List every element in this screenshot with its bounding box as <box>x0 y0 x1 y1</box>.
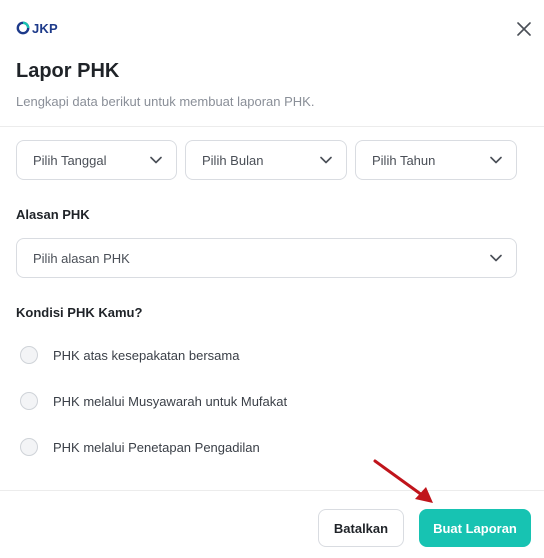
radio-button[interactable] <box>20 346 38 364</box>
close-button[interactable] <box>512 17 536 41</box>
chevron-down-icon <box>490 156 502 164</box>
radio-option-kesepakatan[interactable]: PHK atas kesepakatan bersama <box>20 346 239 364</box>
lapor-phk-modal: JKP Lapor PHK Lengkapi data berikut untu… <box>0 0 544 558</box>
month-select[interactable]: Pilih Bulan <box>185 140 347 180</box>
reason-label: Alasan PHK <box>16 207 90 222</box>
radio-button[interactable] <box>20 392 38 410</box>
radio-label: PHK atas kesepakatan bersama <box>53 347 240 363</box>
chevron-down-icon <box>490 254 502 262</box>
modal-subtitle: Lengkapi data berikut untuk membuat lapo… <box>16 94 315 109</box>
radio-label: PHK melalui Musyawarah untuk Mufakat <box>53 393 288 409</box>
year-select-placeholder: Pilih Tahun <box>372 152 436 168</box>
month-select-placeholder: Pilih Bulan <box>202 152 264 168</box>
radio-option-musyawarah[interactable]: PHK melalui Musyawarah untuk Mufakat <box>20 392 287 410</box>
cancel-button[interactable]: Batalkan <box>318 509 404 547</box>
header-divider <box>0 126 544 127</box>
reason-select-placeholder: Pilih alasan PHK <box>33 250 130 266</box>
day-select-placeholder: Pilih Tanggal <box>33 152 107 168</box>
chevron-down-icon <box>150 156 162 164</box>
jkp-logo: JKP <box>16 18 58 38</box>
footer-divider <box>0 490 544 491</box>
radio-label: PHK melalui Penetapan Pengadilan <box>53 439 260 455</box>
chevron-down-icon <box>320 156 332 164</box>
annotation-arrow-icon <box>373 459 433 503</box>
radio-button[interactable] <box>20 438 38 456</box>
close-icon <box>517 22 531 36</box>
reason-select[interactable]: Pilih alasan PHK <box>16 238 517 278</box>
radio-option-pengadilan[interactable]: PHK melalui Penetapan Pengadilan <box>20 438 260 456</box>
condition-label: Kondisi PHK Kamu? <box>16 305 143 320</box>
logo-text: JKP <box>32 20 58 36</box>
day-select[interactable]: Pilih Tanggal <box>16 140 177 180</box>
submit-report-button[interactable]: Buat Laporan <box>419 509 531 547</box>
modal-title: Lapor PHK <box>16 60 120 82</box>
jkp-logo-icon <box>16 21 30 35</box>
year-select[interactable]: Pilih Tahun <box>355 140 517 180</box>
